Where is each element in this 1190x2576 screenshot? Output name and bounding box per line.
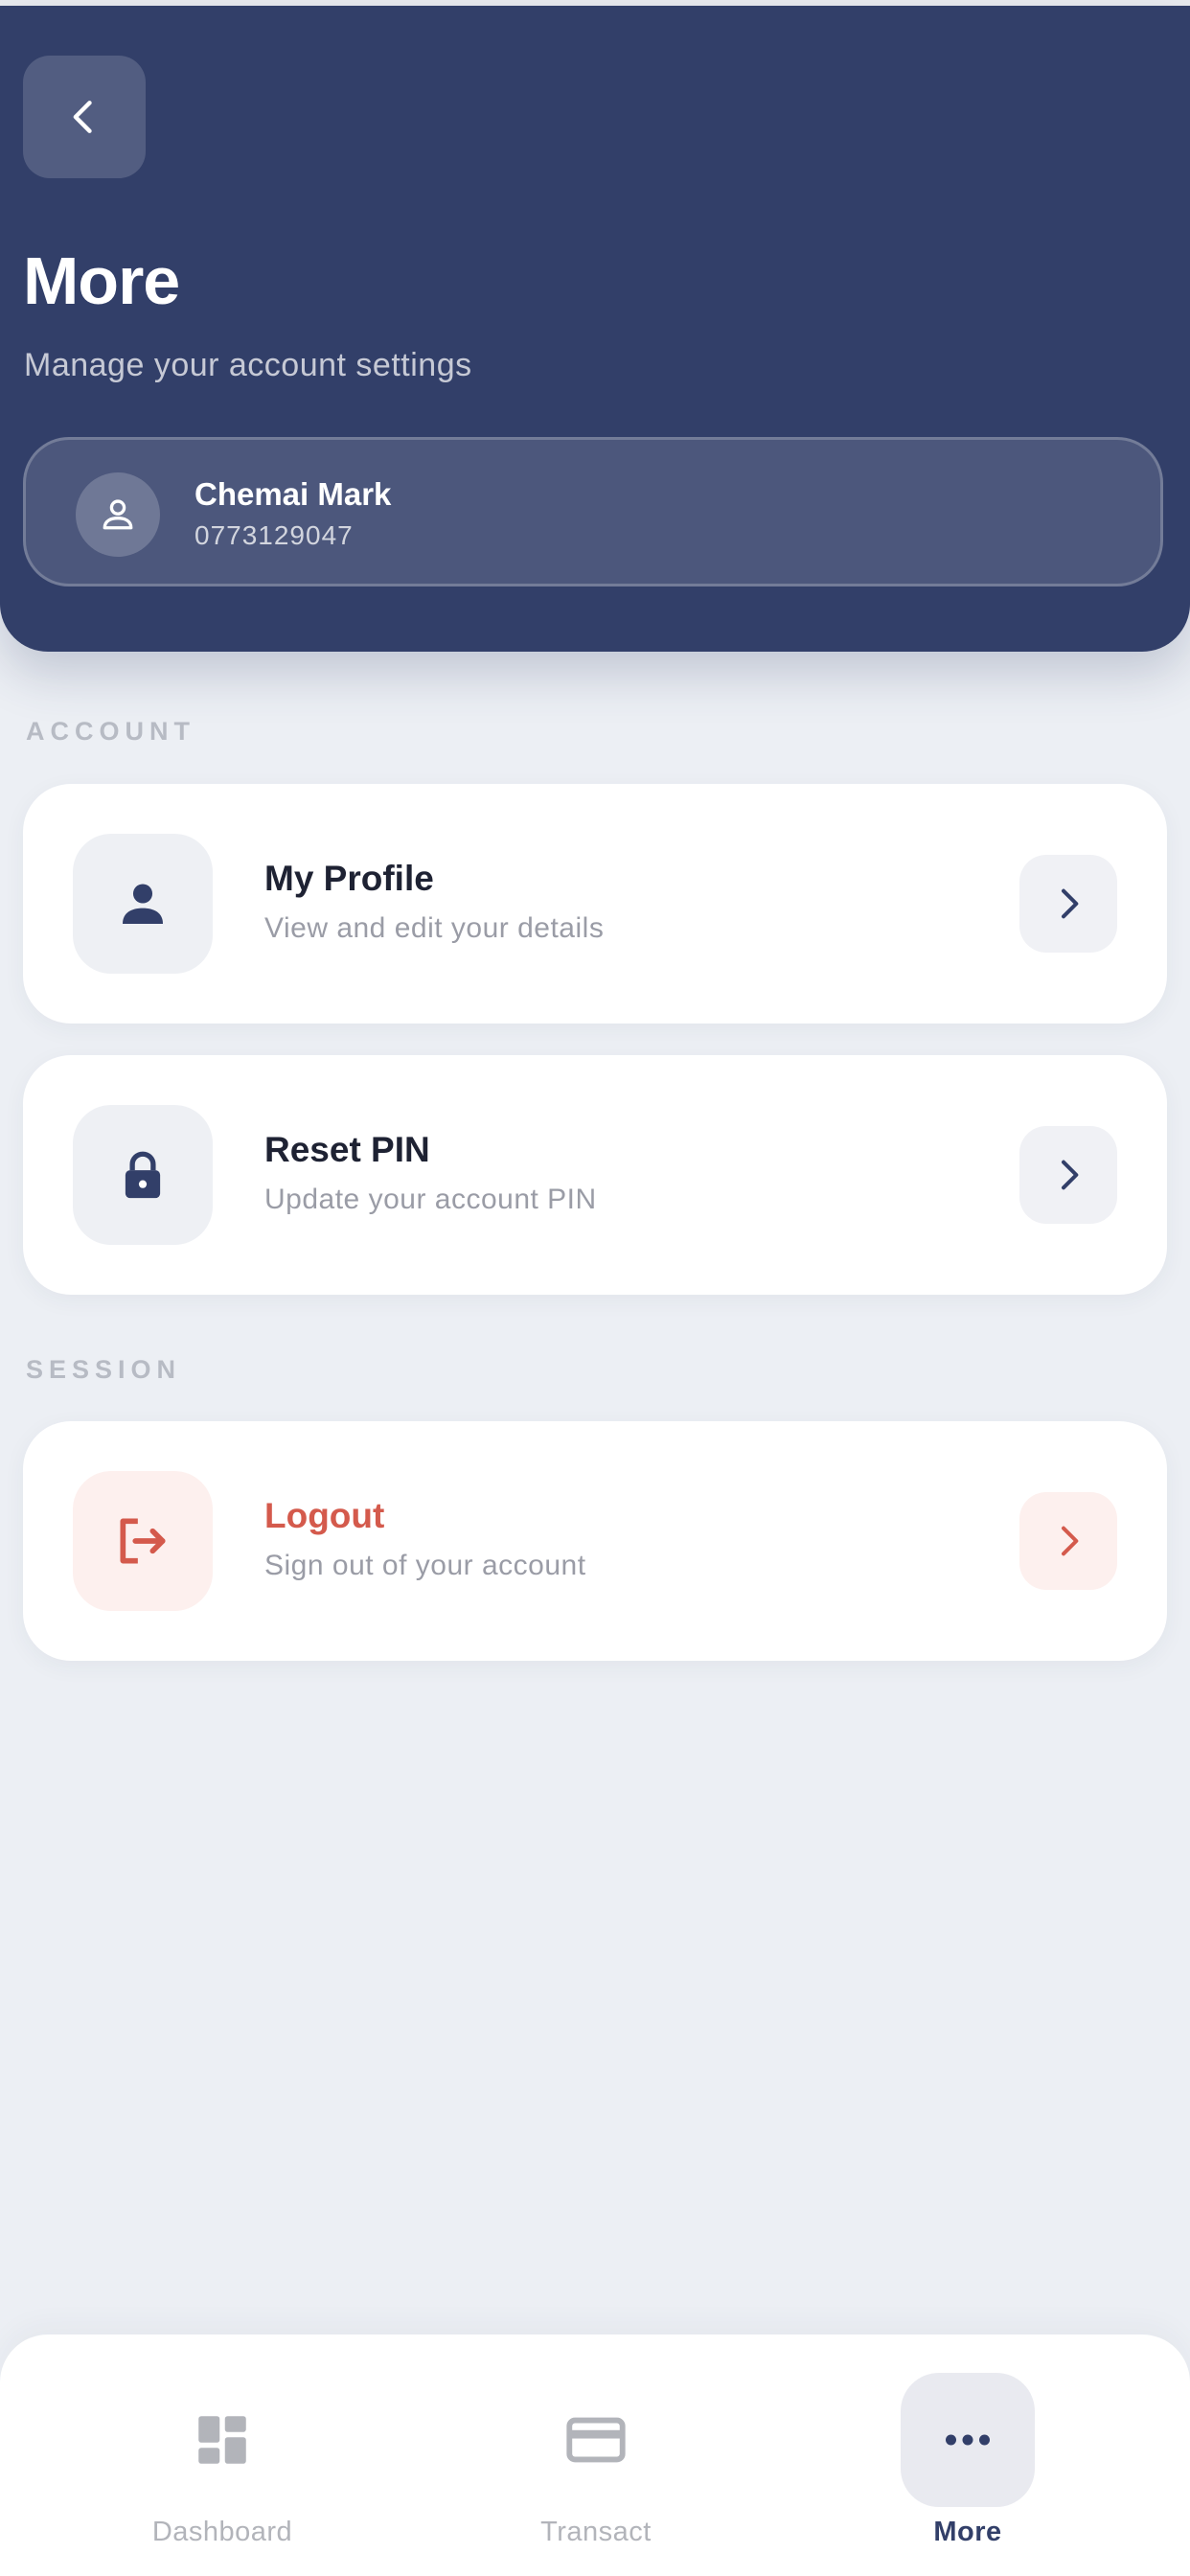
chevron-left-icon — [73, 101, 92, 133]
nav-more[interactable]: More — [824, 2334, 1111, 2576]
my-profile-chevron-button[interactable] — [1019, 855, 1117, 953]
header: More Manage your account settings Chemai… — [0, 6, 1190, 652]
bottom-nav: Dashboard Transact More — [0, 2334, 1190, 2576]
nav-transact[interactable]: Transact — [452, 2334, 740, 2576]
page-title: More — [23, 243, 180, 318]
logout-chevron-button[interactable] — [1019, 1492, 1117, 1590]
reset-pin-item[interactable]: Reset PIN Update your account PIN — [23, 1055, 1167, 1295]
avatar — [76, 472, 160, 557]
user-name: Chemai Mark — [195, 476, 392, 512]
logout-item[interactable]: Logout Sign out of your account — [23, 1421, 1167, 1661]
nav-transact-label: Transact — [540, 2517, 652, 2547]
my-profile-subtitle: View and edit your details — [264, 912, 605, 944]
section-label-session: SESSION — [26, 1355, 182, 1384]
chevron-right-icon — [1062, 1526, 1079, 1556]
nav-dashboard-label: Dashboard — [151, 2517, 293, 2547]
more-dots-icon — [946, 2434, 990, 2446]
reset-pin-chevron-button[interactable] — [1019, 1126, 1117, 1224]
profile-icon-container — [73, 834, 213, 974]
user-phone: 0773129047 — [195, 520, 354, 550]
more-icon-wrap — [901, 2373, 1035, 2507]
section-label-account: ACCOUNT — [26, 717, 195, 746]
page-subtitle: Manage your account settings — [24, 347, 472, 383]
dashboard-icon-wrap — [155, 2373, 289, 2507]
transact-icon-wrap — [529, 2373, 663, 2507]
dashboard-icon — [198, 2416, 246, 2464]
chevron-right-icon — [1062, 888, 1079, 919]
nav-more-label: More — [933, 2517, 1002, 2547]
card-icon — [566, 2417, 626, 2463]
logout-title: Logout — [264, 1496, 385, 1535]
reset-pin-subtitle: Update your account PIN — [264, 1184, 597, 1215]
my-profile-title: My Profile — [264, 859, 434, 898]
logout-subtitle: Sign out of your account — [264, 1550, 586, 1581]
user-outline-icon — [103, 499, 133, 530]
lock-icon-container — [73, 1105, 213, 1245]
my-profile-item[interactable]: My Profile View and edit your details — [23, 784, 1167, 1024]
nav-dashboard[interactable]: Dashboard — [79, 2334, 366, 2576]
logout-icon-container — [73, 1471, 213, 1611]
chevron-right-icon — [1062, 1160, 1079, 1190]
logout-icon — [120, 1518, 166, 1564]
person-icon — [123, 884, 163, 924]
user-card: Chemai Mark 0773129047 — [23, 437, 1163, 586]
back-button[interactable] — [23, 56, 146, 178]
lock-icon — [125, 1151, 161, 1199]
reset-pin-title: Reset PIN — [264, 1130, 430, 1169]
